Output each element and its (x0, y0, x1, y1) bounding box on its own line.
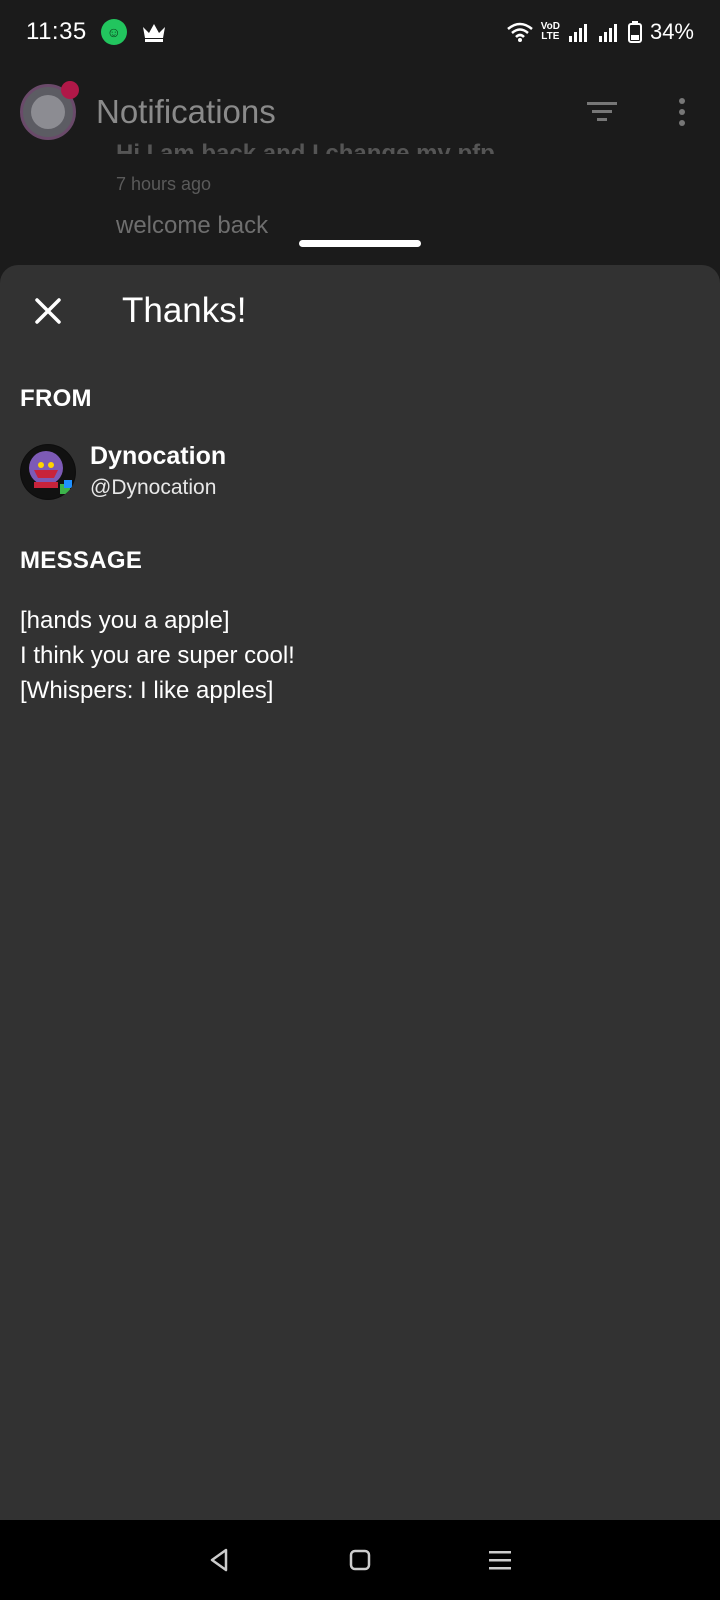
sheet-title: Thanks! (122, 291, 247, 330)
battery-percentage: 34% (649, 19, 694, 44)
system-nav-bar (0, 1520, 720, 1600)
message-label: MESSAGE (20, 547, 143, 574)
notification-time: 7 hours ago (116, 174, 212, 194)
profile-avatar[interactable] (20, 81, 79, 140)
app-notification-icon: ☺ (100, 19, 127, 45)
screen: 11:35 ☺ VoD LTE 34% Notifications Hi I a… (0, 0, 720, 1600)
volte-bottom: LTE (541, 31, 560, 42)
sender-name: Dynocation (90, 442, 227, 470)
sender-info: Dynocation @Dynocation (90, 440, 226, 504)
close-button[interactable] (28, 291, 68, 331)
message-line: [hands you a apple] (20, 607, 230, 634)
crown-icon (142, 24, 165, 42)
sheet-drag-handle[interactable] (299, 240, 421, 247)
thanks-sheet: Thanks! FROM Dynocation @Dynocation MESS… (0, 265, 720, 1520)
sender-avatar-image (21, 445, 75, 499)
page-title: Notifications (96, 93, 276, 130)
sheet-header: Thanks! (0, 265, 720, 361)
wifi-icon (506, 22, 533, 42)
battery-icon (627, 21, 642, 43)
status-right: VoD LTE 34% (506, 19, 694, 45)
status-time: 11:35 (26, 18, 87, 45)
signal-icon-2 (598, 24, 617, 42)
status-left: 11:35 ☺ (26, 18, 167, 46)
close-icon (35, 298, 61, 324)
status-bar: 11:35 ☺ VoD LTE 34% (0, 0, 720, 64)
sender-avatar[interactable] (20, 444, 76, 500)
more-options-icon[interactable] (664, 94, 700, 130)
filter-icon[interactable] (584, 94, 620, 130)
background-notification-item[interactable]: Hi I am back and I change my pfp 7 hours… (0, 140, 720, 265)
message-line: I think you are super cool! (20, 642, 295, 669)
volte-indicator: VoD LTE (541, 22, 560, 42)
home-icon[interactable] (346, 1546, 374, 1574)
notification-dot (61, 81, 79, 99)
message-body: [hands you a apple] I think you are supe… (20, 603, 295, 708)
notification-reply: welcome back (116, 212, 269, 239)
signal-icon-1 (568, 24, 587, 42)
sender-handle: @Dynocation (90, 476, 217, 499)
app-actions (584, 94, 700, 130)
avatar-face (31, 95, 65, 129)
notification-text: Hi I am back and I change my pfp (116, 140, 495, 154)
message-line: [Whispers: I like apples] (20, 677, 274, 704)
from-label: FROM (20, 385, 92, 412)
recents-menu-icon[interactable] (486, 1546, 514, 1574)
sender-row[interactable]: Dynocation @Dynocation (20, 440, 226, 504)
back-icon[interactable] (206, 1546, 234, 1574)
